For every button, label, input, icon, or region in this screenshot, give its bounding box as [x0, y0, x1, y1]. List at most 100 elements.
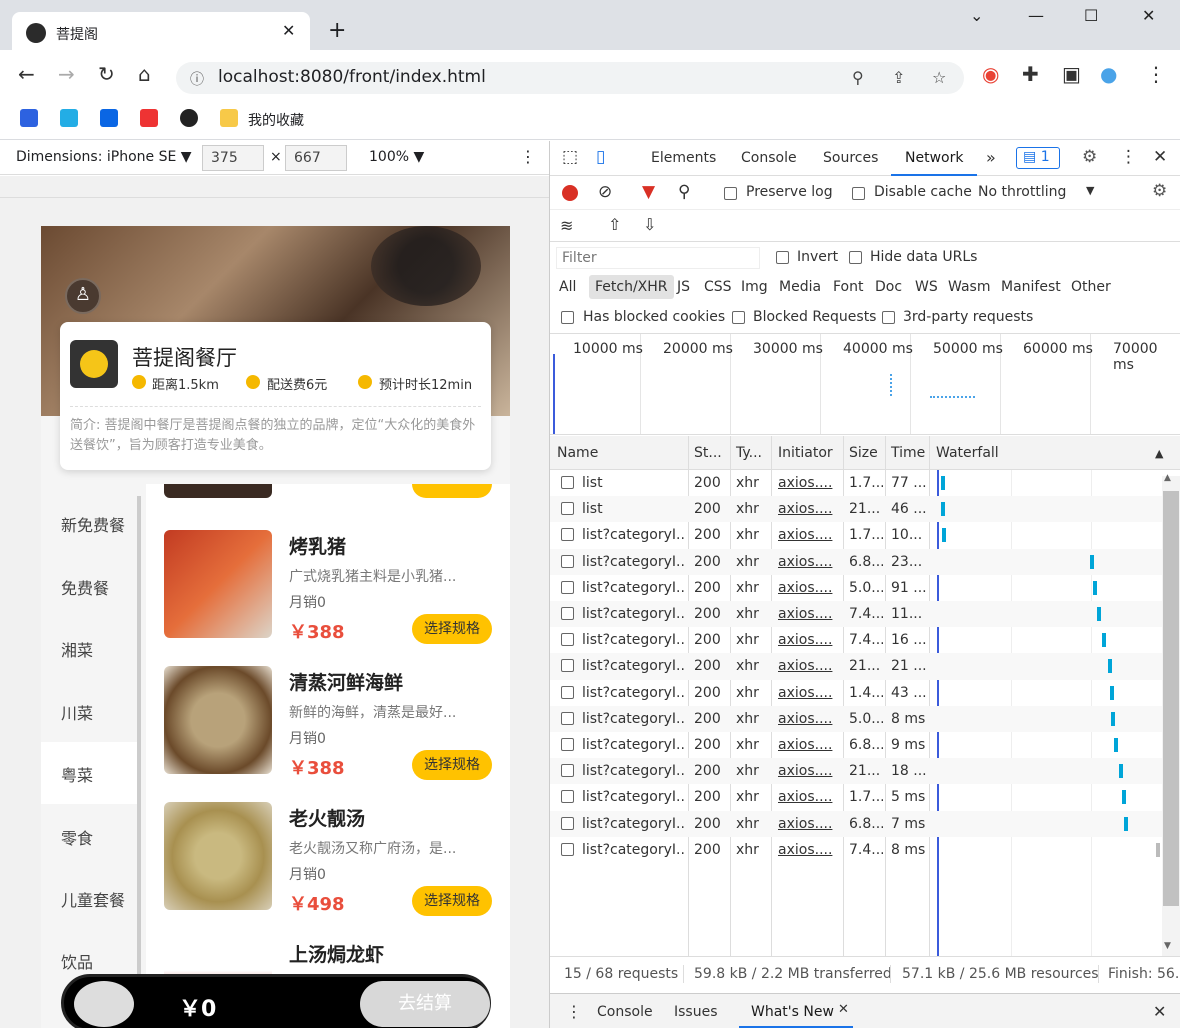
- request-initiator[interactable]: axios....: [778, 789, 840, 805]
- github-bookmark-icon[interactable]: [180, 109, 198, 127]
- request-row[interactable]: list?categoryI... 200 xhr axios.... 21... 21 …: [550, 653, 1162, 680]
- search-icon[interactable]: ⚲: [678, 182, 690, 202]
- category-item-active[interactable]: 粤菜: [61, 762, 93, 786]
- dish-spec-button[interactable]: 选择规格: [412, 886, 492, 916]
- chrome-extension-icon[interactable]: ◉: [982, 62, 999, 86]
- scroll-up-icon[interactable]: ▲: [1164, 473, 1171, 483]
- category-item[interactable]: 儿童套餐: [61, 887, 125, 911]
- type-filter-doc[interactable]: Doc: [875, 279, 902, 295]
- cart-bar[interactable]: ￥0 去结算: [61, 974, 491, 1028]
- type-filter-media[interactable]: Media: [779, 279, 821, 295]
- side-panel-icon[interactable]: ▣: [1062, 62, 1081, 86]
- request-row[interactable]: list 200 xhr axios.... 1.7... 77 ...: [550, 470, 1162, 496]
- zhihu-bookmark-icon[interactable]: [100, 109, 118, 127]
- request-row[interactable]: list?categoryI... 200 xhr axios.... 5.0... 91…: [550, 575, 1162, 601]
- throttling-select[interactable]: No throttling: [978, 184, 1066, 200]
- menu-kebab-icon[interactable]: ⋮: [1146, 62, 1166, 86]
- drawer-menu-icon[interactable]: ⋮: [566, 1002, 582, 1021]
- tab-close-icon[interactable]: ✕: [282, 21, 295, 40]
- bookmark-icon[interactable]: [140, 109, 158, 127]
- col-type[interactable]: Ty...: [736, 445, 762, 461]
- device-toggle-icon[interactable]: ▯: [596, 147, 605, 167]
- bilibili-bookmark-icon[interactable]: [60, 109, 78, 127]
- disable-cache-checkbox[interactable]: [852, 187, 865, 200]
- address-bar[interactable]: ⓘ localhost:8080/front/index.html ⚲ ⇪ ☆: [176, 62, 964, 94]
- import-har-icon[interactable]: ⇧: [608, 215, 621, 234]
- minimize-icon[interactable]: —: [1028, 6, 1044, 25]
- reload-icon[interactable]: ↻: [98, 62, 115, 86]
- drawer-tab-whats-new[interactable]: What's New: [751, 1004, 834, 1020]
- type-filter-js[interactable]: JS: [677, 279, 690, 295]
- bookmark-folder-label[interactable]: 我的收藏: [248, 110, 304, 130]
- type-filter-manifest[interactable]: Manifest: [1001, 279, 1061, 295]
- home-icon[interactable]: ⌂: [138, 62, 151, 86]
- filter-funnel-icon[interactable]: ▼: [642, 182, 655, 202]
- request-row[interactable]: list?categoryI... 200 xhr axios.... 6.8... 23…: [550, 548, 1162, 575]
- type-filter-img[interactable]: Img: [741, 279, 768, 295]
- request-initiator[interactable]: axios....: [778, 816, 840, 832]
- request-row[interactable]: list?categoryI... 200 xhr axios.... 7.4... 8 …: [550, 837, 1162, 863]
- request-initiator[interactable]: axios....: [778, 632, 840, 648]
- col-size[interactable]: Size: [849, 445, 878, 461]
- throttling-dropdown-icon[interactable]: ▼: [1086, 184, 1094, 197]
- request-row[interactable]: list?categoryI... 200 xhr axios.... 21... 18 …: [550, 758, 1162, 785]
- devtools-close-icon[interactable]: ✕: [1153, 147, 1167, 167]
- col-time[interactable]: Time: [891, 445, 925, 461]
- request-initiator[interactable]: axios....: [778, 685, 840, 701]
- category-item[interactable]: 饮品: [61, 949, 93, 973]
- category-item[interactable]: 川菜: [61, 700, 93, 724]
- new-tab-button[interactable]: +: [328, 20, 346, 42]
- request-row[interactable]: list?categoryI... 200 xhr axios.... 7.4... 11…: [550, 601, 1162, 628]
- user-avatar-icon[interactable]: ♙: [65, 278, 101, 314]
- device-select[interactable]: Dimensions: iPhone SE ▼: [16, 149, 192, 165]
- zoom-select[interactable]: 100% ▼: [369, 149, 424, 165]
- settings-gear-icon[interactable]: ⚙: [1082, 147, 1097, 167]
- col-initiator[interactable]: Initiator: [778, 445, 833, 461]
- bookmark-star-icon[interactable]: ☆: [932, 68, 946, 87]
- network-overview-timeline[interactable]: 10000 ms 20000 ms 30000 ms 40000 ms 5000…: [550, 333, 1180, 435]
- category-item[interactable]: 湘菜: [61, 637, 93, 661]
- type-filter-fetch-xhr[interactable]: Fetch/XHR: [589, 275, 674, 299]
- request-row[interactable]: list 200 xhr axios.... 21... 46 ...: [550, 496, 1162, 523]
- tab-search-icon[interactable]: ⌄: [970, 6, 983, 25]
- tab-sources[interactable]: Sources: [823, 150, 878, 166]
- category-item[interactable]: 零食: [61, 825, 93, 849]
- drawer-close-icon[interactable]: ✕: [1153, 1002, 1166, 1021]
- category-item[interactable]: 新免费餐: [61, 512, 125, 536]
- category-item[interactable]: 免费餐: [61, 575, 109, 599]
- type-filter-wasm[interactable]: Wasm: [948, 279, 990, 295]
- height-input[interactable]: 667: [285, 145, 347, 171]
- share-icon[interactable]: ⇪: [892, 68, 905, 87]
- type-filter-css[interactable]: CSS: [704, 279, 732, 295]
- preserve-log-checkbox[interactable]: [724, 187, 737, 200]
- request-initiator[interactable]: axios....: [778, 554, 840, 570]
- issues-badge[interactable]: ▤ 1: [1016, 147, 1060, 169]
- request-row[interactable]: list?categoryI... 200 xhr axios.... 7.4... 16…: [550, 627, 1162, 653]
- type-filter-font[interactable]: Font: [833, 279, 863, 295]
- more-tabs-button[interactable]: »: [986, 148, 996, 167]
- category-scrollbar[interactable]: [137, 496, 141, 996]
- drawer-tab-close-icon[interactable]: ✕: [838, 1002, 849, 1017]
- filter-input[interactable]: Filter: [556, 247, 760, 269]
- col-name[interactable]: Name: [557, 445, 598, 461]
- blocked-requests-checkbox[interactable]: [732, 311, 745, 324]
- request-initiator[interactable]: axios....: [778, 763, 840, 779]
- dish-spec-button[interactable]: [412, 484, 492, 498]
- tab-elements[interactable]: Elements: [651, 150, 716, 166]
- type-filter-other[interactable]: Other: [1071, 279, 1111, 295]
- dish-spec-button[interactable]: 选择规格: [412, 614, 492, 644]
- dish-spec-button[interactable]: 选择规格: [412, 750, 492, 780]
- requests-scrollbar-thumb[interactable]: [1163, 491, 1179, 906]
- has-blocked-cookies-checkbox[interactable]: [561, 311, 574, 324]
- media-query-ruler[interactable]: [0, 176, 549, 198]
- extensions-icon[interactable]: ✚: [1022, 62, 1039, 86]
- drawer-tab-issues[interactable]: Issues: [674, 1004, 718, 1020]
- tab-console[interactable]: Console: [741, 150, 797, 166]
- cart-delivery-icon[interactable]: [74, 981, 134, 1027]
- request-initiator[interactable]: axios....: [778, 527, 840, 543]
- site-info-icon[interactable]: ⓘ: [190, 69, 204, 89]
- request-row[interactable]: list?categoryI... 200 xhr axios.... 1.7... 5 …: [550, 784, 1162, 810]
- col-status[interactable]: St...: [694, 445, 722, 461]
- profile-avatar-icon[interactable]: ●: [1100, 62, 1117, 86]
- maximize-icon[interactable]: ☐: [1084, 6, 1098, 25]
